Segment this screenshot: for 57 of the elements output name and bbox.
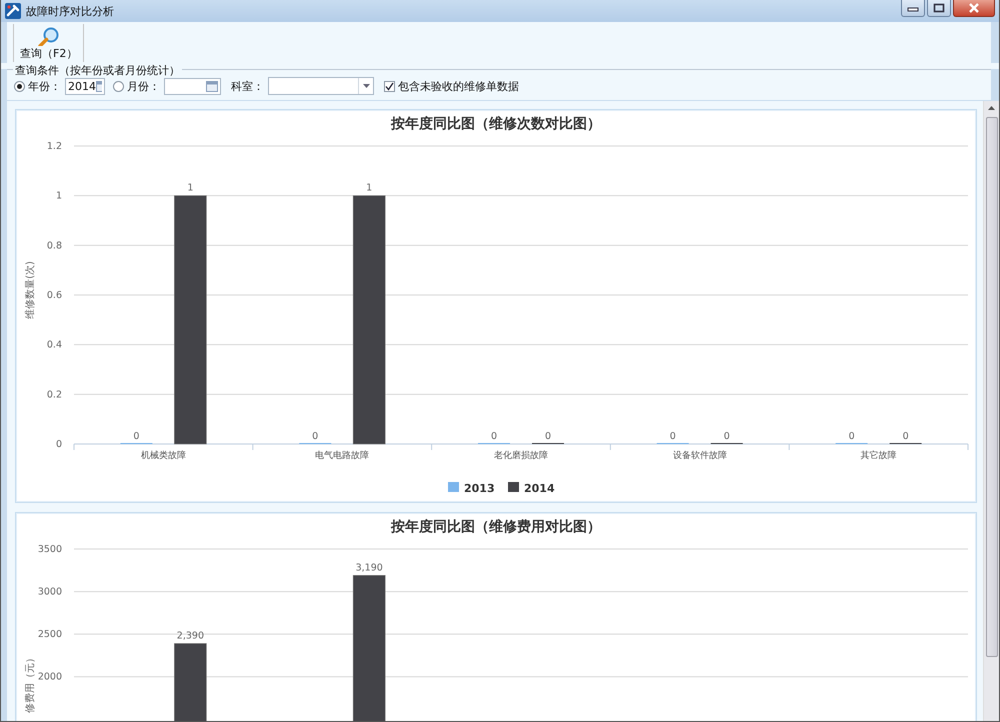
- department-label: 科室：: [231, 78, 264, 94]
- year-field[interactable]: 2014: [65, 78, 105, 94]
- legend-item[interactable]: 2013: [448, 482, 495, 495]
- category-label: 老化磨损故障: [494, 451, 548, 461]
- y-tick-label: 3500: [38, 544, 62, 555]
- legend-label: 2014: [524, 482, 555, 495]
- maximize-button[interactable]: [927, 0, 951, 17]
- minimize-button[interactable]: [901, 0, 925, 17]
- data-label: 0: [670, 431, 676, 442]
- scrollbar[interactable]: [983, 101, 999, 721]
- y-axis-label: 维修数量(次): [25, 261, 36, 319]
- y-axis-label: 修费用（元）: [25, 653, 36, 713]
- y-tick-label: 1: [56, 190, 62, 202]
- calendar-icon: [206, 80, 218, 92]
- y-tick-label: 0.2: [46, 389, 62, 400]
- y-tick-label: 1.2: [46, 141, 62, 152]
- chart-title: 按年度同比图（维修次数对比图）: [391, 116, 601, 132]
- y-tick-label: 0.4: [46, 340, 62, 351]
- maximize-icon: [933, 3, 945, 13]
- month-field[interactable]: [164, 78, 221, 94]
- close-button[interactable]: [953, 0, 995, 17]
- y-tick-label: 2000: [38, 672, 62, 683]
- month-radio[interactable]: 月份：: [113, 78, 160, 94]
- y-tick-label: 2500: [38, 629, 62, 640]
- data-label: 0: [848, 431, 855, 442]
- data-label: 0: [133, 431, 140, 442]
- caret-icon: [362, 84, 370, 88]
- data-label: 0: [544, 431, 552, 442]
- query-button[interactable]: 查询（F2）: [13, 24, 84, 62]
- wrench-icon: [5, 3, 21, 19]
- data-label: 3,190: [356, 562, 383, 574]
- y-tick-label: 0: [56, 439, 62, 450]
- category-label: 机械类故障: [140, 451, 186, 461]
- y-tick-label: 0.6: [46, 290, 62, 301]
- category-label: 其它故障: [860, 451, 897, 461]
- category-label: 设备软件故障: [672, 451, 727, 461]
- window-title: 故障时序对比分析: [26, 4, 115, 18]
- search-icon: [38, 26, 60, 46]
- data-label: 1: [366, 182, 372, 194]
- legend-item[interactable]: 2014: [508, 482, 555, 495]
- y-tick-label: 3000: [38, 586, 62, 598]
- category-label: 电气电路故障: [315, 451, 370, 461]
- year-radio[interactable]: 年份：: [14, 78, 61, 94]
- group-legend: 查询条件（按年份或者月份统计）: [13, 63, 182, 78]
- data-label: 0: [902, 431, 909, 442]
- data-label: 0: [312, 431, 318, 442]
- close-icon: [968, 3, 980, 13]
- legend-label: 2013: [464, 482, 495, 495]
- include-checkbox[interactable]: 包含未验收的维修单数据: [384, 78, 519, 94]
- data-label: 0: [490, 431, 498, 442]
- scroll-thumb[interactable]: [986, 117, 998, 657]
- data-label: 1: [187, 182, 194, 194]
- chart-title: 按年度同比图（维修费用对比图）: [391, 519, 601, 535]
- calendar-icon: [96, 80, 102, 92]
- y-tick-label: 0.8: [46, 240, 62, 252]
- data-label: 2,390: [176, 630, 204, 642]
- data-label: 0: [724, 431, 730, 442]
